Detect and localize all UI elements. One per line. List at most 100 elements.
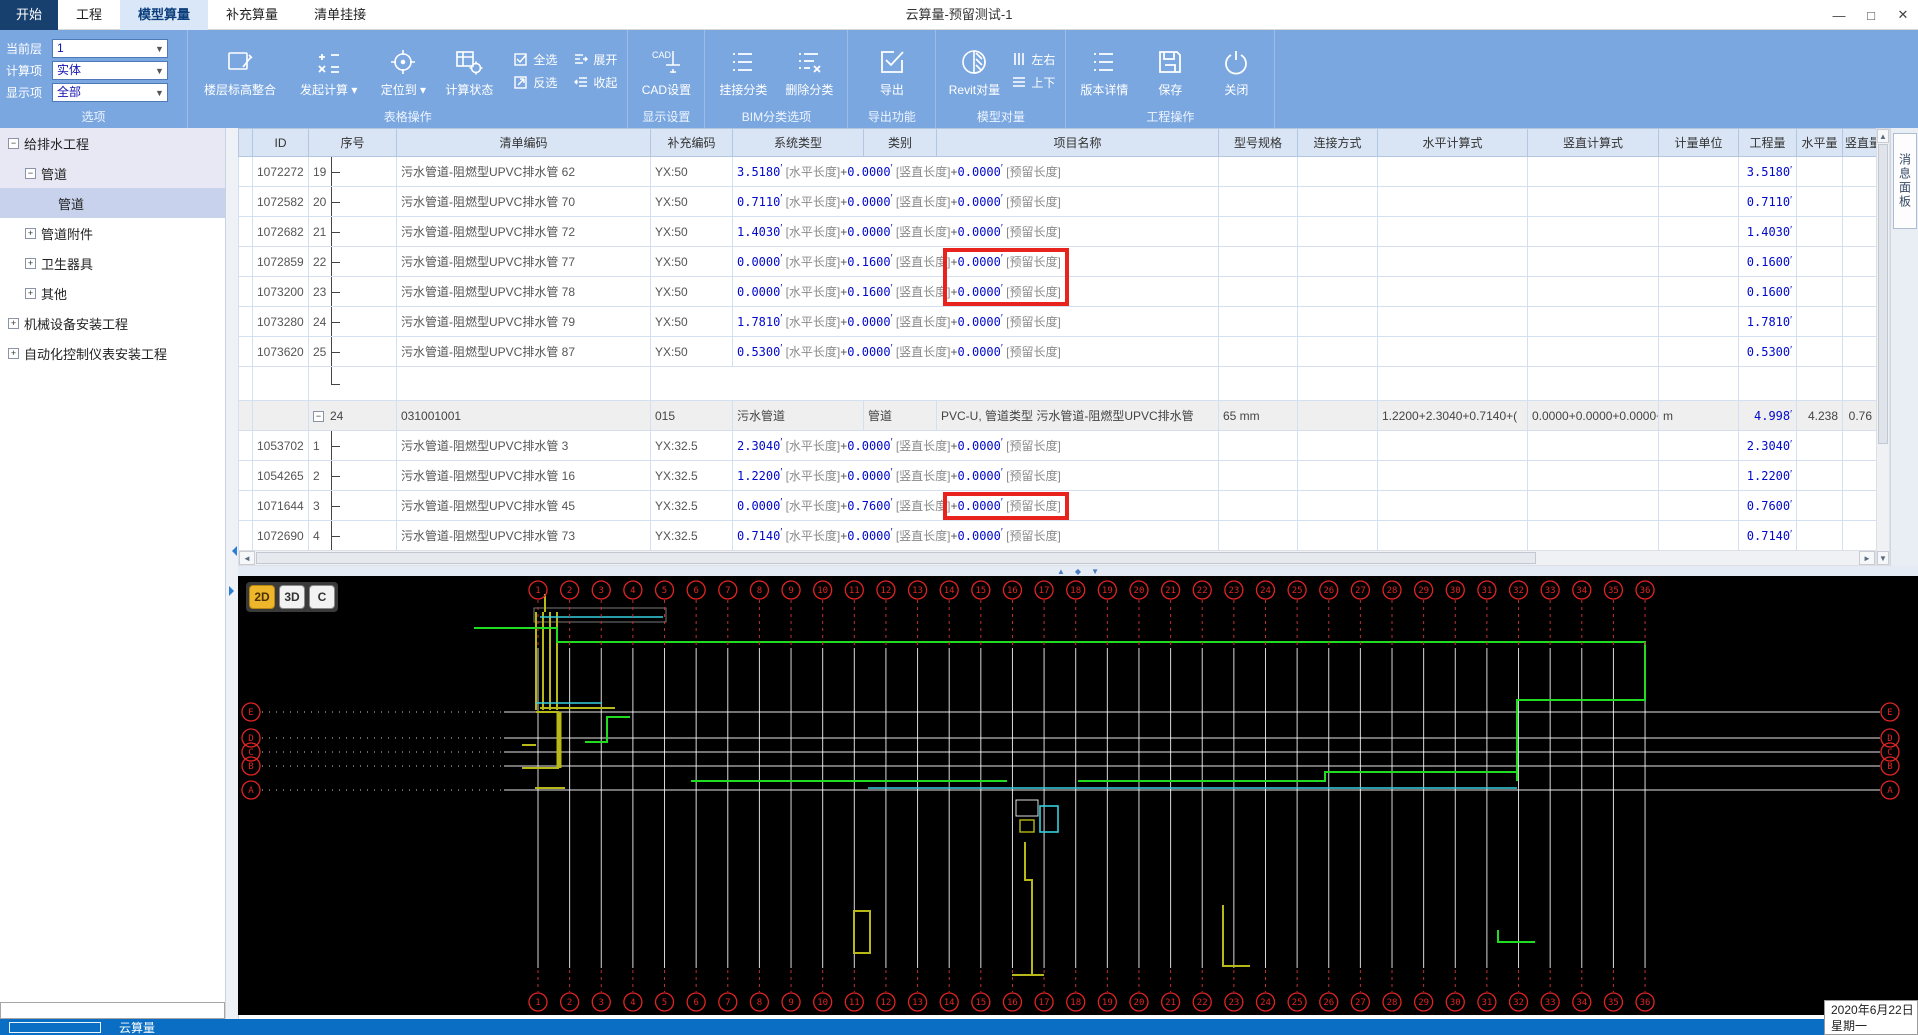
sidebar-item-2[interactable]: 管道	[0, 188, 225, 218]
svg-text:4: 4	[630, 586, 635, 596]
table-row-seq-4[interactable]: 10726904污水管道-阻燃型UPVC排水管 73YX:32.50.7140′…	[239, 521, 1877, 551]
group-collapse-icon[interactable]: −	[313, 411, 324, 422]
collapse-minus-icon[interactable]: −	[8, 138, 19, 149]
tab-model-quantity[interactable]: 模型算量	[120, 0, 208, 30]
message-panel-tab[interactable]: 消息面板	[1893, 133, 1917, 229]
svg-text:30: 30	[1450, 998, 1461, 1008]
sidebar-splitter[interactable]	[226, 128, 238, 1019]
delete-classify-button[interactable]: 删除分类	[777, 35, 841, 107]
column-header-9[interactable]: 水平计算式	[1378, 129, 1528, 157]
table-row-seq-3[interactable]: 10716443污水管道-阻燃型UPVC排水管 45YX:32.50.0000′…	[239, 491, 1877, 521]
sidebar-item-1[interactable]: −管道	[0, 158, 225, 188]
sidebar-item-5[interactable]: +其他	[0, 278, 225, 308]
column-header-4[interactable]: 系统类型	[733, 129, 864, 157]
locate-to-button[interactable]: 定位到 ▾	[371, 35, 435, 107]
ribbon-group-project-ops: 版本详情 保存 关闭 工程操作	[1066, 30, 1275, 128]
collapse-minus-icon[interactable]: −	[25, 168, 36, 179]
close-button[interactable]: ✕	[1894, 7, 1912, 23]
splitter-up-arrow[interactable]: ▲	[1057, 567, 1065, 576]
column-header-11[interactable]: 计量单位	[1659, 129, 1739, 157]
start-calc-button[interactable]: 发起计算 ▾	[295, 35, 362, 107]
scroll-down-arrow[interactable]: ▼	[1877, 551, 1889, 565]
table-row-seq-22[interactable]: 107285922污水管道-阻燃型UPVC排水管 77YX:500.0000′ …	[239, 247, 1877, 277]
cad-drawing[interactable]: 1122334455667788991010111112121313141415…	[238, 576, 1918, 1015]
cad-splitter[interactable]: ▲ ◆ ▼	[238, 566, 1918, 576]
row-indicator	[239, 431, 253, 461]
export-button[interactable]: 导出	[860, 35, 924, 107]
compare-top-bottom-button[interactable]: 上下	[1012, 74, 1055, 91]
display-item-select[interactable]: 全部▼	[52, 83, 168, 102]
version-detail-button[interactable]: 版本详情	[1072, 35, 1136, 107]
column-header-8[interactable]: 连接方式	[1298, 129, 1378, 157]
vertical-scrollbar[interactable]: ▲ ▼	[1876, 128, 1890, 566]
column-header-1[interactable]: 序号	[309, 129, 397, 157]
current-floor-select[interactable]: 1▼	[52, 39, 168, 58]
table-row-seq-25[interactable]: 107362025污水管道-阻燃型UPVC排水管 87YX:500.5300′ …	[239, 337, 1877, 367]
column-header-10[interactable]: 竖直计算式	[1528, 129, 1659, 157]
select-all-button[interactable]: 全选	[514, 51, 557, 68]
column-header-12[interactable]: 工程量	[1739, 129, 1797, 157]
calc-item-select[interactable]: 实体▼	[52, 61, 168, 80]
sidebar-item-7[interactable]: +自动化控制仪表安装工程	[0, 338, 225, 368]
hscroll-thumb[interactable]	[256, 552, 1536, 564]
column-header-0[interactable]: ID	[253, 129, 309, 157]
column-header-2[interactable]: 清单编码	[397, 129, 651, 157]
vscroll-thumb[interactable]	[1878, 144, 1888, 444]
grid-bubble-top-30: 30	[1446, 581, 1464, 599]
minimize-button[interactable]: —	[1830, 8, 1848, 23]
calc-state-button[interactable]: 计算状态	[437, 35, 501, 107]
sidebar-item-4[interactable]: +卫生器具	[0, 248, 225, 278]
expand-plus-icon[interactable]: +	[25, 288, 36, 299]
table-row-seq-21[interactable]: 107268221污水管道-阻燃型UPVC排水管 72YX:501.4030′ …	[239, 217, 1877, 247]
table-row-seq-24[interactable]: 107328024污水管道-阻燃型UPVC排水管 79YX:501.7810′ …	[239, 307, 1877, 337]
cad-settings-button[interactable]: CAD CAD设置	[634, 35, 698, 107]
revit-compare-button[interactable]: Revit对量	[942, 35, 1006, 107]
sidebar-item-3[interactable]: +管道附件	[0, 218, 225, 248]
view-2d-button[interactable]: 2D	[249, 585, 275, 609]
group-row-24[interactable]: −24031001001015污水管道管道PVC-U, 管道类型 污水管道-阻燃…	[239, 401, 1877, 431]
scroll-up-arrow[interactable]: ▲	[1877, 129, 1889, 143]
table-row-seq-23[interactable]: 107320023污水管道-阻燃型UPVC排水管 78YX:500.0000′ …	[239, 277, 1877, 307]
table-row-seq-20[interactable]: 107258220污水管道-阻燃型UPVC排水管 70YX:500.7110′ …	[239, 187, 1877, 217]
table-row-seq-19[interactable]: 107227219污水管道-阻燃型UPVC排水管 62YX:503.5180′ …	[239, 157, 1877, 187]
expand-rows-button[interactable]: 展开	[574, 51, 617, 68]
scroll-left-arrow[interactable]: ◄	[239, 551, 255, 565]
crosshair-icon	[388, 43, 418, 81]
maximize-button[interactable]: □	[1862, 8, 1880, 23]
expand-plus-icon[interactable]: +	[25, 258, 36, 269]
compare-left-right-button[interactable]: 左右	[1012, 51, 1055, 68]
column-header-6[interactable]: 项目名称	[937, 129, 1219, 157]
sidebar-filter-input[interactable]	[0, 1002, 225, 1019]
tab-start[interactable]: 开始	[0, 0, 58, 30]
column-header-13[interactable]: 水平量	[1797, 129, 1843, 157]
column-header-5[interactable]: 类别	[864, 129, 937, 157]
splitter-down-arrow[interactable]: ▼	[1091, 567, 1099, 576]
grid-bubble-top-5: 5	[656, 581, 674, 599]
svg-text:32: 32	[1513, 998, 1524, 1008]
expand-plus-icon[interactable]: +	[25, 228, 36, 239]
sidebar-item-0[interactable]: −给排水工程	[0, 128, 225, 158]
table-row-seq-1[interactable]: 10537021污水管道-阻燃型UPVC排水管 3YX:32.52.3040′ …	[239, 431, 1877, 461]
cad-viewport[interactable]: 2D 3D C	[238, 576, 1918, 1015]
column-header-14[interactable]: 竖直量	[1843, 129, 1877, 157]
expand-plus-icon[interactable]: +	[8, 318, 19, 329]
invert-select-button[interactable]: 反选	[514, 74, 557, 91]
tab-project[interactable]: 工程	[58, 0, 120, 30]
hook-classify-button[interactable]: 挂接分类	[711, 35, 775, 107]
floor-elevation-merge-button[interactable]: 楼层标高整合	[194, 35, 286, 107]
collapse-sidebar-arrow[interactable]	[227, 546, 237, 556]
column-header-3[interactable]: 补充编码	[651, 129, 733, 157]
horizontal-scrollbar[interactable]: ◄ ►	[238, 550, 1876, 566]
save-button[interactable]: 保存	[1138, 35, 1202, 107]
table-row-seq-2[interactable]: 10542652污水管道-阻燃型UPVC排水管 16YX:32.51.2200′…	[239, 461, 1877, 491]
column-header-7[interactable]: 型号规格	[1219, 129, 1298, 157]
close-project-button[interactable]: 关闭	[1204, 35, 1268, 107]
scroll-right-arrow[interactable]: ►	[1859, 551, 1875, 565]
view-c-button[interactable]: C	[309, 585, 335, 609]
tab-supplement-quantity[interactable]: 补充算量	[208, 0, 296, 30]
view-3d-button[interactable]: 3D	[279, 585, 305, 609]
sidebar-item-6[interactable]: +机械设备安装工程	[0, 308, 225, 338]
tab-list-hook[interactable]: 清单挂接	[296, 0, 384, 30]
expand-plus-icon[interactable]: +	[8, 348, 19, 359]
collapse-rows-button[interactable]: 收起	[574, 74, 617, 91]
